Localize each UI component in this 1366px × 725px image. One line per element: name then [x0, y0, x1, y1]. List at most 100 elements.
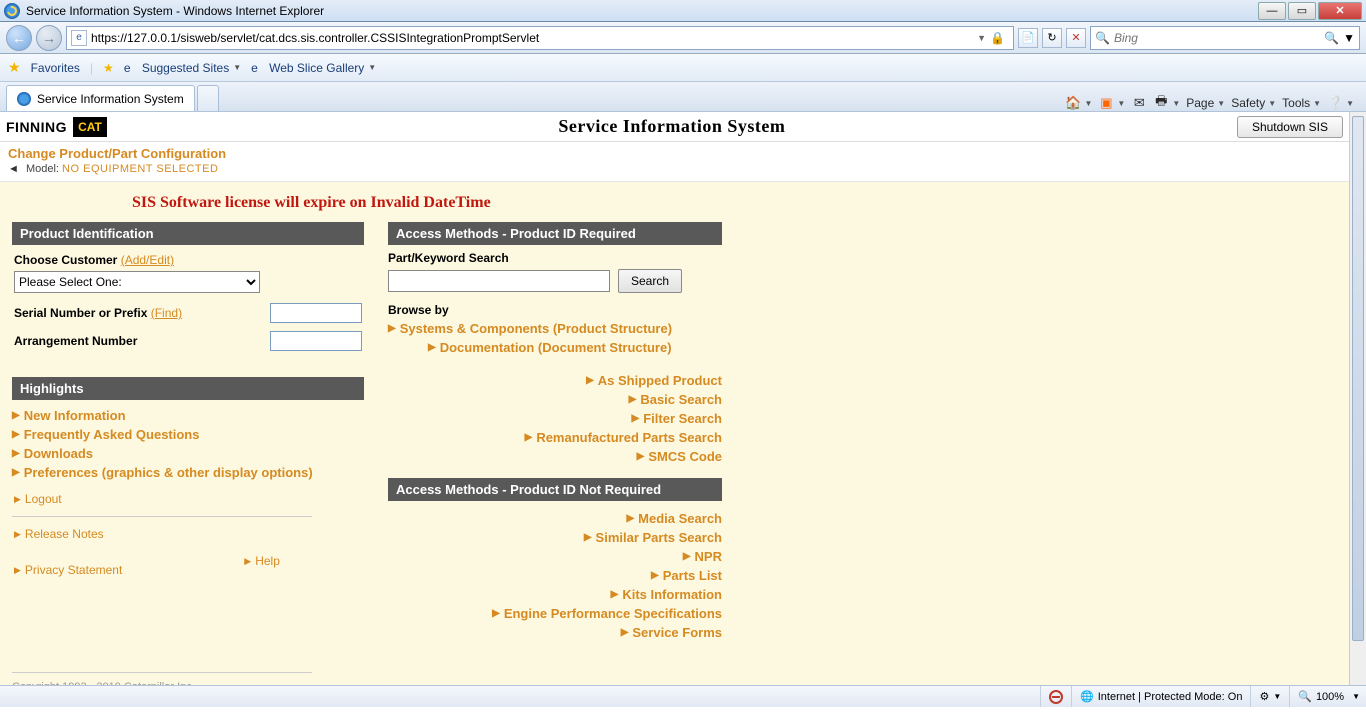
cat-badge: CAT	[73, 117, 107, 137]
link-basic-search[interactable]: ▶Basic Search	[388, 390, 722, 409]
address-bar[interactable]: e ▼ 🔒	[66, 26, 1014, 50]
serial-label: Serial Number or Prefix	[14, 306, 147, 320]
browser-navbar: ← → e ▼ 🔒 📄 ↻ ✕ 🔍 🔍 ▼	[0, 22, 1366, 54]
link-new-information[interactable]: ▶New Information	[12, 406, 364, 425]
search-button[interactable]: Search	[618, 269, 682, 293]
model-label: Model:	[26, 163, 59, 175]
zone-status: 🌐 Internet | Protected Mode: On	[1071, 686, 1242, 707]
link-media-search[interactable]: ▶Media Search	[388, 509, 722, 528]
search-icon: 🔍	[1095, 31, 1110, 45]
link-reman-parts[interactable]: ▶Remanufactured Parts Search	[388, 428, 722, 447]
serial-input[interactable]	[270, 303, 362, 323]
zone-text: Internet | Protected Mode: On	[1098, 691, 1243, 703]
link-documentation[interactable]: ▶Documentation (Document Structure)	[388, 338, 722, 357]
change-product-link[interactable]: Change Product/Part Configuration	[8, 146, 226, 161]
vertical-scrollbar[interactable]	[1349, 112, 1366, 685]
address-dropdown-icon[interactable]: ▼	[977, 33, 986, 43]
new-tab-button[interactable]	[197, 85, 219, 111]
main-content: SIS Software license will expire on Inva…	[0, 182, 1349, 685]
window-close-button[interactable]: ✕	[1318, 2, 1362, 20]
favorites-star-icon: ★	[8, 59, 21, 76]
gear-icon: ⚙	[1259, 690, 1269, 703]
page-icon: e	[124, 61, 138, 75]
print-button[interactable]: 🖶▼	[1153, 95, 1180, 111]
tab-active[interactable]: Service Information System	[6, 85, 195, 111]
back-button[interactable]: ←	[6, 25, 32, 51]
favorites-button[interactable]: Favorites	[31, 61, 80, 75]
link-npr[interactable]: ▶NPR	[388, 547, 722, 566]
browse-label: Browse by	[388, 303, 722, 317]
noentry-icon	[1049, 690, 1063, 704]
finning-logo: FINNING CAT	[6, 117, 107, 137]
page-icon: e	[251, 61, 265, 75]
stop-button[interactable]: ✕	[1066, 28, 1086, 48]
link-help[interactable]: ▶Help	[242, 541, 280, 581]
help-icon: ❔	[1327, 95, 1343, 111]
print-icon: 🖶	[1153, 95, 1169, 111]
browser-search[interactable]: 🔍 🔍 ▼	[1090, 26, 1360, 50]
globe-icon: 🌐	[1080, 690, 1094, 703]
shutdown-button[interactable]: Shutdown SIS	[1237, 116, 1343, 138]
web-slice-link[interactable]: e Web Slice Gallery ▼	[251, 61, 376, 75]
panel-access2-header: Access Methods - Product ID Not Required	[388, 478, 722, 501]
link-parts-list[interactable]: ▶Parts List	[388, 566, 722, 585]
link-privacy[interactable]: ▶Privacy Statement	[12, 559, 122, 581]
zoom-value: 100%	[1316, 691, 1344, 703]
link-release-notes[interactable]: ▶Release Notes	[12, 523, 122, 545]
home-icon: 🏠	[1065, 95, 1081, 111]
suggested-sites-label: Suggested Sites	[142, 61, 229, 75]
status-tools[interactable]: ⚙▼	[1250, 686, 1281, 707]
link-smcs-code[interactable]: ▶SMCS Code	[388, 447, 722, 466]
browser-search-input[interactable]	[1110, 31, 1324, 45]
link-similar-parts[interactable]: ▶Similar Parts Search	[388, 528, 722, 547]
link-faq[interactable]: ▶Frequently Asked Questions	[12, 425, 364, 444]
choose-customer-label: Choose Customer	[14, 253, 117, 267]
license-warning: SIS Software license will expire on Inva…	[132, 194, 1319, 212]
link-engine-perf[interactable]: ▶Engine Performance Specifications	[388, 604, 722, 623]
security-status[interactable]	[1040, 686, 1063, 707]
link-downloads[interactable]: ▶Downloads	[12, 444, 364, 463]
feeds-button[interactable]: ▣▼	[1098, 95, 1125, 111]
compat-view-button[interactable]: 📄	[1018, 28, 1038, 48]
customer-select[interactable]: Please Select One:	[14, 271, 260, 293]
suggested-sites-link[interactable]: e Suggested Sites ▼	[124, 61, 241, 75]
copyright: Copyright 1993 - 2019 Caterpillar Inc.	[12, 681, 1319, 685]
panel-access1-header: Access Methods - Product ID Required	[388, 222, 722, 245]
link-as-shipped[interactable]: ▶As Shipped Product	[388, 371, 722, 390]
mail-button[interactable]: ✉	[1131, 95, 1147, 111]
window-minimize-button[interactable]: —	[1258, 2, 1286, 20]
link-filter-search[interactable]: ▶Filter Search	[388, 409, 722, 428]
web-slice-label: Web Slice Gallery	[269, 61, 364, 75]
home-button[interactable]: 🏠▼	[1065, 95, 1092, 111]
add-favorite-button[interactable]: ★	[103, 61, 114, 75]
zoom-control[interactable]: 🔍 100% ▼	[1289, 686, 1360, 707]
page-menu[interactable]: Page▼	[1186, 96, 1225, 110]
find-link[interactable]: (Find)	[151, 306, 182, 320]
mail-icon: ✉	[1131, 95, 1147, 111]
favorites-bar: ★ Favorites | ★ e Suggested Sites ▼ e We…	[0, 54, 1366, 82]
link-preferences[interactable]: ▶Preferences (graphics & other display o…	[12, 463, 364, 482]
link-kits-info[interactable]: ▶Kits Information	[388, 585, 722, 604]
link-logout[interactable]: ▶Logout	[12, 488, 364, 510]
safety-menu[interactable]: Safety▼	[1231, 96, 1276, 110]
zoom-icon: 🔍	[1298, 690, 1312, 703]
tools-menu[interactable]: Tools▼	[1282, 96, 1321, 110]
part-search-input[interactable]	[388, 270, 610, 292]
search-dropdown-icon[interactable]: ▼	[1343, 31, 1355, 45]
window-maximize-button[interactable]: ▭	[1288, 2, 1316, 20]
lock-icon: 🔒	[990, 31, 1005, 45]
link-systems-components[interactable]: ▶Systems & Components (Product Structure…	[388, 319, 722, 338]
add-edit-link[interactable]: (Add/Edit)	[121, 253, 174, 267]
forward-button[interactable]: →	[36, 25, 62, 51]
model-value: NO EQUIPMENT SELECTED	[62, 163, 218, 175]
arrangement-input[interactable]	[270, 331, 362, 351]
command-bar: 🏠▼ ▣▼ ✉ 🖶▼ Page▼ Safety▼ Tools▼ ❔▼	[1065, 95, 1360, 111]
sis-header: FINNING CAT Service Information System S…	[0, 112, 1349, 142]
search-go-icon[interactable]: 🔍	[1324, 31, 1339, 45]
link-service-forms[interactable]: ▶Service Forms	[388, 623, 722, 642]
help-button[interactable]: ❔▼	[1327, 95, 1354, 111]
url-input[interactable]	[91, 31, 977, 45]
back-icon[interactable]: ◄	[8, 163, 19, 175]
refresh-button[interactable]: ↻	[1042, 28, 1062, 48]
panel-product-id-header: Product Identification	[12, 222, 364, 245]
